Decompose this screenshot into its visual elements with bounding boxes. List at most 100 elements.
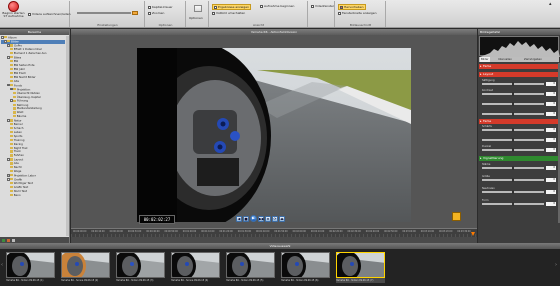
tree-node-label: Beno — [13, 192, 21, 197]
folder-icon — [10, 189, 13, 193]
album-tree[interactable]: - Album - Bilder - GoPro Effekt 1 Datenordner E… — [1, 36, 65, 236]
tab-intervals[interactable]: Intervallen — [497, 57, 513, 62]
check-window-width[interactable]: Fensterbreite anzeigen — [338, 11, 377, 15]
control-value[interactable]: 0 — [546, 137, 556, 142]
control-value[interactable]: 0 — [546, 177, 556, 182]
tab-bilder[interactable]: Bilder — [480, 57, 490, 62]
check-window-width-label: Fensterbreite anzeigen — [342, 11, 377, 15]
control-value[interactable]: 0 — [546, 189, 556, 194]
control-knob[interactable] — [512, 82, 514, 86]
ribbon-group-optionsbtn: Optionen — [187, 1, 209, 27]
control-value[interactable]: 0 — [546, 165, 556, 170]
filmstrip-thumb[interactable]: Yamaha R6 - Sonne 09.06.15 (4) — [171, 252, 220, 283]
section-layout[interactable]: Layout — [479, 72, 559, 77]
timeline-tick-label: 00:02:10:00 — [310, 229, 325, 233]
check-show-results[interactable]: Ergebnisse anzeigen — [212, 4, 252, 10]
folder-icon — [7, 40, 11, 43]
record-mark-icon[interactable]: ⏺ — [265, 215, 271, 222]
folder-icon — [10, 75, 13, 78]
thumbnail-frame — [282, 253, 329, 277]
video-preview[interactable] — [137, 48, 411, 222]
control-knob[interactable] — [512, 128, 514, 132]
loop-icon[interactable]: ⟳ — [272, 215, 278, 222]
options-button-label[interactable]: Optionen — [189, 16, 203, 20]
control-knob[interactable] — [512, 178, 514, 182]
filmstrip-prev-icon[interactable]: ‹ — [1, 262, 5, 268]
control-value[interactable]: 0 — [546, 111, 556, 116]
eject-icon[interactable]: ⏏ — [279, 215, 285, 222]
filmstrip-next-icon[interactable]: › — [555, 262, 559, 268]
control-value[interactable]: 0 — [546, 101, 556, 106]
fast-forward-icon[interactable]: ▶▶ — [258, 215, 264, 222]
control-label: Sättigung — [482, 79, 495, 82]
folder-icon — [13, 111, 16, 114]
check-start-recording-label: Aufnahme beginnen — [264, 4, 295, 8]
tab-targets[interactable]: Ziel-Vorgaben — [523, 57, 543, 62]
settings-slider-knob[interactable] — [132, 11, 138, 15]
remove-icon[interactable] — [7, 238, 10, 242]
ribbon-group-frame: Fensterbreite anzeigen Hervorheben Bilda… — [336, 1, 386, 27]
check-video-window[interactable]: Videofenster — [311, 4, 334, 8]
filmstrip-thumb[interactable]: Yamaha R6 - hinten 09.06.15 (5) — [226, 252, 275, 283]
control-6: 0 — [479, 135, 559, 143]
thumbnail-image — [116, 252, 165, 278]
rewind-icon[interactable]: ◀ — [236, 215, 242, 222]
thumbnail-frame — [62, 253, 109, 277]
filmstrip-thumb[interactable]: Yamaha R6 - hinten 09.06.15 (6) — [281, 252, 330, 283]
folder-icon — [13, 99, 17, 102]
control-knob[interactable] — [512, 148, 514, 152]
play-icon[interactable]: ▶ — [250, 215, 257, 222]
control-knob[interactable] — [512, 202, 514, 206]
filmstrip-thumb[interactable]: Yamaha R6 - hinten 09.06.15 (3) — [116, 252, 165, 283]
control-knob[interactable] — [512, 166, 514, 170]
check-chapter-duration[interactable]: Kapitel-Dauer — [148, 5, 173, 9]
thumbnail-image — [226, 252, 275, 278]
control-knob[interactable] — [512, 112, 514, 116]
snapshot-button[interactable] — [452, 212, 461, 221]
check-chapter-duration-label: Kapitel-Dauer — [152, 5, 173, 9]
ribbon-group-frame-a: Videofenster — [309, 1, 335, 27]
settings-slider-track[interactable] — [77, 12, 131, 14]
options-gear-icon[interactable] — [194, 5, 202, 12]
highlight-button[interactable]: Hervorheben — [338, 4, 366, 10]
filmstrip-thumb[interactable]: Yamaha R6 - hinten 09.06.15 (7) — [336, 252, 385, 283]
control-knob[interactable] — [512, 92, 514, 96]
control-label: Stärke — [482, 163, 491, 166]
timeline-ruler[interactable]: 00:00:00:00 00:00:10:00 00:00:20:00 00:00:3… — [71, 228, 477, 238]
control-value[interactable]: 0 — [546, 81, 556, 86]
ribbon-group-settings: Einstellungen — [71, 1, 145, 27]
stop-icon[interactable]: ■ — [243, 215, 249, 222]
check-fullscreen[interactable]: Vollbild umschalten — [212, 11, 245, 15]
section-color-2[interactable]: Farbe — [479, 119, 559, 124]
section-color[interactable]: Farbe — [479, 64, 559, 69]
section-vignette[interactable]: Vignettierung — [479, 156, 559, 161]
control-value[interactable]: 0 — [546, 147, 556, 152]
check-zoom[interactable]: Zoomen — [148, 11, 164, 15]
tree-node[interactable]: Beno — [1, 192, 65, 198]
folder-icon — [10, 193, 13, 197]
input-dropdown[interactable]: Videos aufzeichnen/laden — [28, 12, 71, 16]
control-value[interactable]: 0 — [546, 91, 556, 96]
minimize-icon[interactable]: ▴ — [549, 1, 552, 7]
control-label: Dunkel — [482, 145, 492, 148]
group-name-view: Ansicht — [252, 23, 265, 27]
video-frame-image — [137, 48, 411, 222]
control-value[interactable]: 0 — [546, 201, 556, 206]
thumbnail-image — [281, 252, 330, 278]
control-knob[interactable] — [512, 190, 514, 194]
check-start-recording[interactable]: Aufnahme beginnen — [260, 4, 294, 8]
record-button[interactable]: Beginn starten ST Aufnahme — [2, 1, 25, 23]
control-value[interactable]: 0 — [546, 127, 556, 132]
left-panel-scrollbar[interactable] — [66, 36, 69, 236]
add-icon[interactable] — [2, 238, 5, 242]
filmstrip-thumb[interactable]: Yamaha R6 - hinten 09.06.15 (1) — [6, 252, 55, 283]
settings-icon[interactable] — [12, 238, 15, 242]
playhead-marker[interactable] — [471, 232, 475, 236]
folder-icon — [10, 119, 14, 122]
control-knob[interactable] — [512, 138, 514, 142]
timecode-display: 00:02:02:27 — [139, 215, 175, 224]
record-label-2: ST Aufnahme — [3, 14, 24, 19]
filmstrip-thumb[interactable]: Yamaha R6 - Sonne 09.06.15 (2) — [61, 252, 110, 283]
filmstrip: ‹ › Yamaha R6 - hinten 09.06.15 (1) Yamah… — [0, 249, 560, 286]
control-knob[interactable] — [512, 102, 514, 106]
